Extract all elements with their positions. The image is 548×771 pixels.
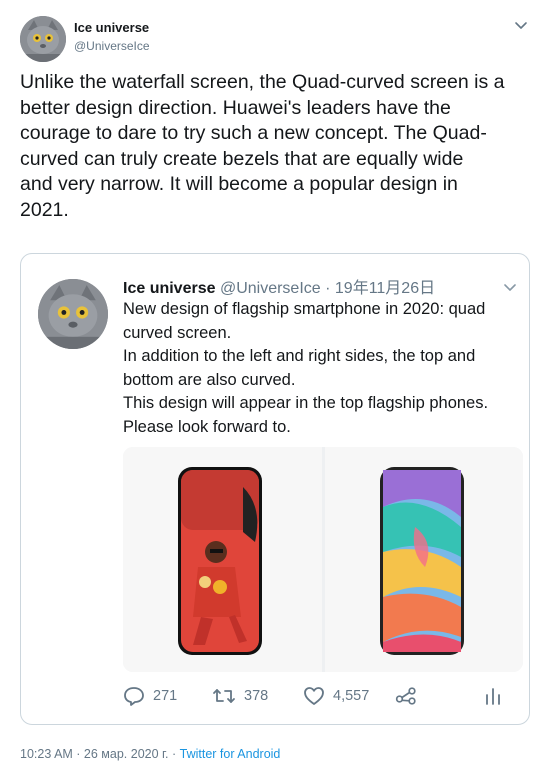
share-button[interactable] — [395, 686, 417, 706]
stats-icon — [486, 688, 500, 705]
quoted-date[interactable]: 19年11月26日 — [335, 280, 435, 297]
tweet-text: Unlike the waterfall screen, the Quad-cu… — [20, 71, 505, 221]
analytics-button[interactable] — [483, 686, 503, 706]
author-avatar[interactable] — [20, 16, 66, 62]
media-image-colorful-phone[interactable] — [324, 447, 523, 672]
share-icon — [395, 687, 416, 705]
quoted-tweet-text: New design of flagship smartphone in 202… — [123, 300, 489, 436]
author-name[interactable]: Ice universe — [74, 20, 149, 35]
tweet-timestamp[interactable]: 10:23 AM · 26 мар. 2020 г. · — [20, 747, 180, 761]
media-grid[interactable] — [123, 447, 523, 672]
retweet-button[interactable]: 378 — [212, 686, 268, 706]
quoted-separator: · — [320, 280, 335, 297]
author-handle[interactable]: @UniverseIce — [74, 39, 150, 53]
heart-icon — [304, 687, 324, 705]
media-image-red-phone[interactable] — [123, 447, 322, 672]
chevron-down-icon[interactable] — [514, 18, 528, 32]
reply-count: 271 — [153, 688, 178, 704]
quoted-tweet-card[interactable]: Ice universe @UniverseIce · 19年11月26日 Ne… — [20, 253, 530, 725]
tweet-source-link[interactable]: Twitter for Android — [180, 747, 281, 761]
quoted-tweet-header: Ice universe @UniverseIce · 19年11月26日 — [123, 274, 435, 298]
retweet-count: 378 — [244, 688, 269, 704]
quoted-author-name[interactable]: Ice universe — [123, 280, 216, 297]
like-button[interactable]: 4,557 — [303, 686, 369, 706]
reply-icon — [124, 687, 144, 706]
quoted-author-avatar[interactable] — [38, 279, 108, 349]
quoted-author-handle[interactable]: @UniverseIce — [220, 280, 321, 297]
tweet-meta: 10:23 AM · 26 мар. 2020 г. · Twitter for… — [20, 747, 280, 761]
like-count: 4,557 — [333, 688, 370, 704]
chevron-down-icon[interactable] — [503, 280, 517, 294]
reply-button[interactable]: 271 — [123, 686, 177, 706]
quoted-tweet-actions: 271 378 4,557 — [123, 682, 523, 710]
retweet-icon — [213, 689, 235, 703]
